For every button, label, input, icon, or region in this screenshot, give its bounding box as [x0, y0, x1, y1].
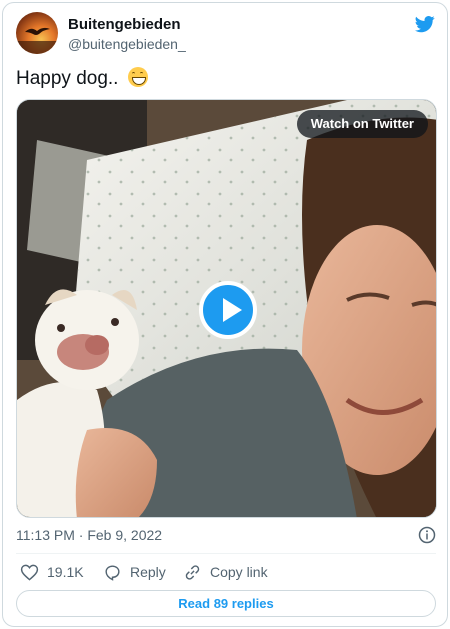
watch-on-twitter-button[interactable]: Watch on Twitter — [296, 110, 428, 138]
divider — [16, 553, 436, 554]
tweet-text-content: Happy dog.. — [16, 68, 124, 89]
tweet-card: Buitengebieden @buitengebieden_ Happy do… — [2, 2, 448, 627]
like-count: 19.1K — [47, 564, 84, 580]
tweet-actions: 19.1K Reply Copy link — [16, 561, 436, 583]
reply-icon — [105, 564, 120, 581]
tweet-meta: 11:13 PM · Feb 9, 2022 — [16, 526, 436, 546]
avatar[interactable] — [16, 12, 58, 54]
bird-silhouette-icon — [16, 27, 58, 54]
tweet-text: Happy dog.. — [16, 67, 148, 91]
twitter-logo-icon[interactable] — [414, 14, 436, 34]
play-icon[interactable] — [199, 281, 257, 339]
link-icon — [185, 564, 200, 580]
heart-icon — [20, 564, 39, 581]
copy-link-button[interactable]: Copy link — [183, 561, 268, 583]
tweet-timestamp[interactable]: 11:13 PM · Feb 9, 2022 — [16, 527, 162, 543]
tweet-header: Buitengebieden @buitengebieden_ — [16, 12, 436, 56]
like-button[interactable]: 19.1K — [20, 561, 84, 583]
author-name[interactable]: Buitengebieden — [68, 16, 181, 33]
copy-link-label: Copy link — [210, 564, 268, 580]
info-icon[interactable] — [418, 526, 436, 544]
grinning-emoji-icon — [127, 67, 148, 87]
read-replies-button[interactable]: Read 89 replies — [16, 590, 436, 617]
video-media[interactable]: Watch on Twitter — [16, 99, 437, 518]
author-handle[interactable]: @buitengebieden_ — [68, 36, 186, 52]
reply-button[interactable]: Reply — [103, 561, 166, 583]
reply-label: Reply — [130, 564, 166, 580]
